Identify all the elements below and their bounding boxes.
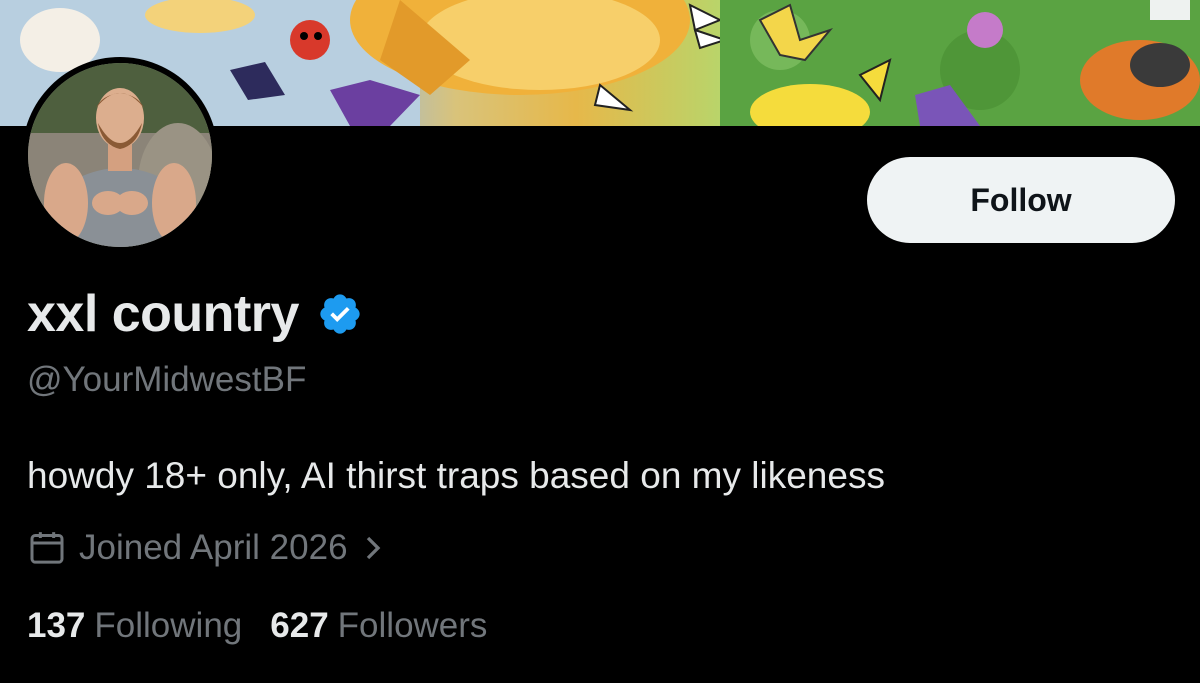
followers-count: 627 [270, 606, 329, 645]
avatar-photo [28, 63, 212, 247]
following-count: 137 [27, 606, 86, 645]
display-name: xxl country [27, 285, 299, 343]
joined-date-text: Joined April 2026 [79, 528, 348, 567]
chevron-right-icon [366, 536, 380, 560]
profile-bio: howdy 18+ only, AI thirst traps based on… [27, 455, 885, 496]
follow-button[interactable]: Follow [867, 157, 1175, 243]
verified-badge-icon[interactable] [317, 291, 363, 337]
joined-date-row[interactable]: Joined April 2026 [27, 525, 384, 571]
followers-label: Followers [337, 606, 488, 645]
profile-avatar[interactable] [22, 57, 218, 253]
profile-handle: @YourMidwestBF [27, 360, 307, 399]
profile-stats: 137 Following 627 Followers [27, 606, 487, 646]
calendar-icon [30, 532, 64, 564]
following-link[interactable]: 137 Following [27, 606, 242, 646]
profile-name-row: xxl country [27, 282, 363, 346]
followers-link[interactable]: 627 Followers [270, 606, 487, 646]
following-label: Following [94, 606, 243, 645]
